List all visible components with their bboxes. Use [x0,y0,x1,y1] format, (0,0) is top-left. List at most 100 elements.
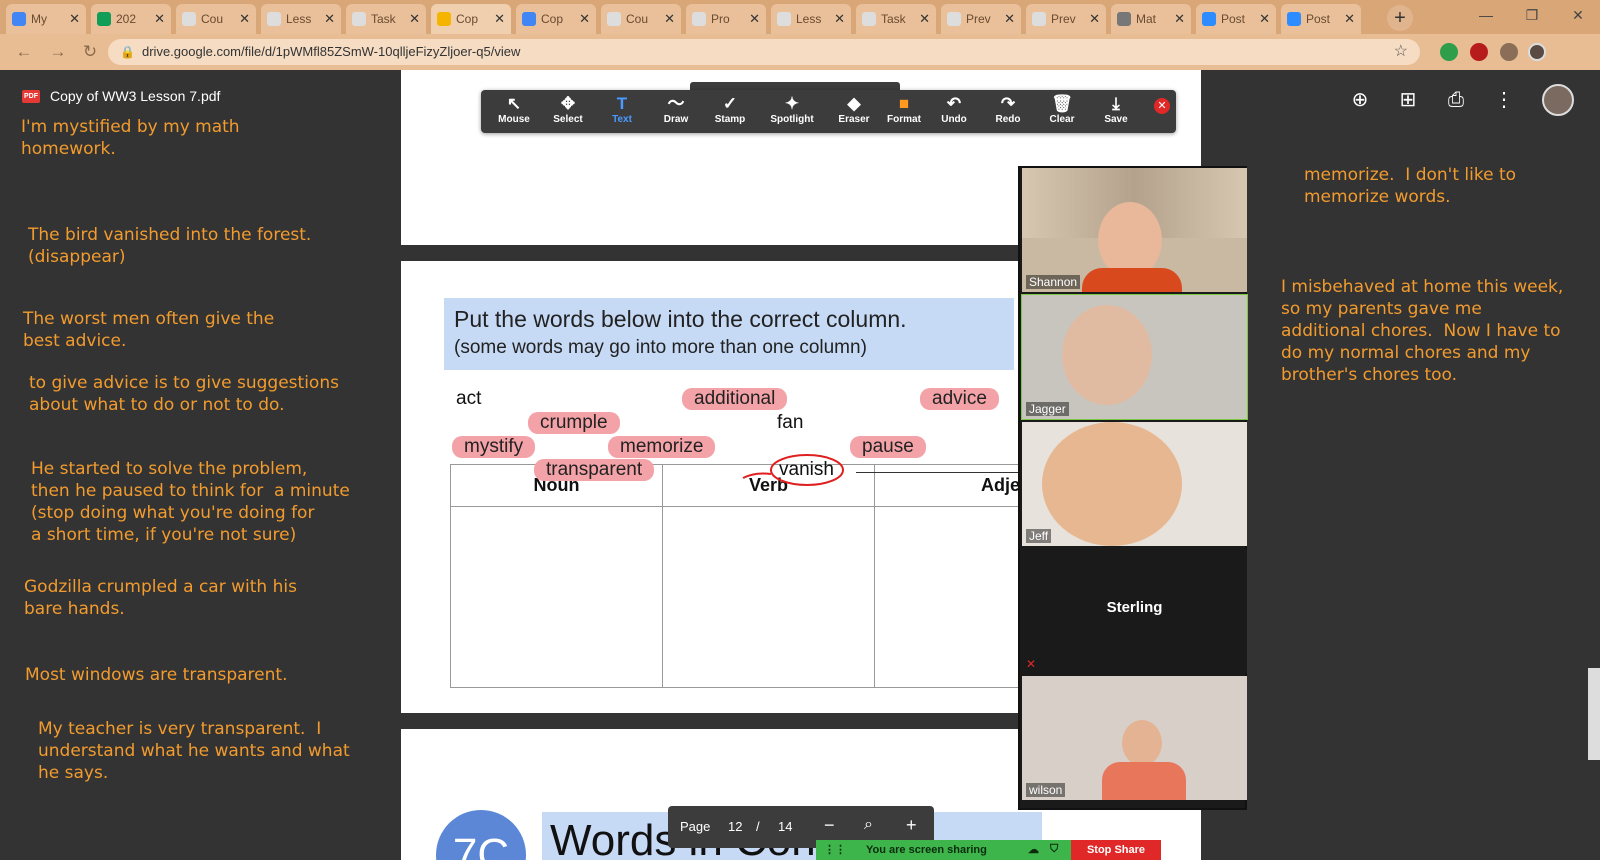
browser-tab[interactable]: Cou ✕ [601,4,681,34]
video-tile-jagger[interactable]: Jagger [1021,294,1248,420]
zoom-in-button[interactable]: + [906,815,917,836]
browser-tab[interactable]: Task ✕ [856,4,936,34]
annotation-tool-spotlight[interactable]: ✦ Spotlight [765,94,819,125]
add-comment-icon[interactable]: ⊞ [1396,88,1420,112]
tab-favicon-icon [12,12,26,26]
red-circle-annotation [742,454,844,486]
video-tile-jeff[interactable]: Jeff [1022,422,1247,546]
annotation-tool-mouse[interactable]: ↖ Mouse [487,94,541,125]
screen-share-bar: ⋮⋮ You are screen sharing ☁ ⛉ Stop Share [816,840,1161,860]
annotation-tool-select[interactable]: ✥ Select [541,94,595,125]
tab-label: Less [286,12,312,26]
stop-share-button[interactable]: Stop Share [1071,840,1161,860]
note-memorize: memorize. I don't like to memorize words… [1304,165,1517,207]
video-tile-shannon[interactable]: Shannon [1022,168,1247,292]
profile-avatar[interactable] [1528,43,1546,61]
note-advice: The worst men often give the best advice… [23,309,275,351]
annotation-tool-undo[interactable]: ↶ Undo [927,94,981,125]
annotation-tool-stamp[interactable]: ✓ Stamp [703,94,757,125]
browser-tab[interactable]: Post ✕ [1196,4,1276,34]
reload-button[interactable]: ↻ [80,42,100,62]
extension-icon[interactable] [1440,43,1458,61]
browser-tab[interactable]: Cou ✕ [176,4,256,34]
note-transparent-teacher: My teacher is very transparent. I unders… [38,719,350,783]
browser-tab[interactable]: Prev ✕ [941,4,1021,34]
toolbar-drag-handle[interactable] [690,82,900,90]
back-button[interactable]: ← [14,42,34,62]
browser-tab[interactable]: Post ✕ [1281,4,1361,34]
address-bar[interactable]: 🔒 drive.google.com/file/d/1pWMfl85ZSmW-1… [108,39,1420,65]
annotation-tool-clear[interactable]: 🗑 Clear [1035,94,1089,125]
print-icon[interactable]: ⎙ [1444,88,1468,112]
tab-close-icon[interactable]: ✕ [579,11,590,27]
annotation-tool-save[interactable]: ⤓ Save [1089,94,1143,125]
browser-tab[interactable]: Less ✕ [771,4,851,34]
browser-tab[interactable]: Less ✕ [261,4,341,34]
tab-close-icon[interactable]: ✕ [664,11,675,27]
tab-favicon-icon [267,12,281,26]
browser-tab[interactable]: Pro ✕ [686,4,766,34]
tab-close-icon[interactable]: ✕ [1004,11,1015,27]
close-window-button[interactable]: ✕ [1555,0,1600,30]
word-pause: pause [850,436,926,458]
word-transparent: transparent [534,459,655,481]
tab-close-icon[interactable]: ✕ [69,11,80,27]
close-annotation-toolbar-button[interactable]: ✕ [1154,98,1170,114]
restore-button[interactable]: ❐ [1509,0,1555,30]
tab-close-icon[interactable]: ✕ [1174,11,1185,27]
tab-label: Cop [456,12,479,26]
participant-face [1042,422,1182,546]
annotation-tool-redo[interactable]: ↷ Redo [981,94,1035,125]
browser-tab[interactable]: My ✕ [6,4,86,34]
browser-tab[interactable]: Prev ✕ [1026,4,1106,34]
tab-close-icon[interactable]: ✕ [919,11,930,27]
screen: My ✕ 202 ✕ Cou ✕ Less ✕ Task ✕ Cop ✕ Cop ✕ Cou ✕ Pro ✕ Les… [0,0,1600,860]
zoom-magnifier-icon[interactable]: ⌕ [864,816,873,834]
browser-tab[interactable]: Mat ✕ [1111,4,1191,34]
browser-tab[interactable]: Task ✕ [346,4,426,34]
browser-tab[interactable]: Cop ✕ [431,4,511,34]
tab-close-icon[interactable]: ✕ [834,11,845,27]
forward-button[interactable]: → [48,42,68,62]
tab-close-icon[interactable]: ✕ [749,11,760,27]
browser-tab[interactable]: Cop ✕ [516,4,596,34]
bookmark-star-icon[interactable]: ☆ [1394,39,1408,65]
add-to-drive-icon[interactable]: ⊕ [1348,88,1372,112]
tab-favicon-icon [97,12,111,26]
new-tab-button[interactable]: + [1387,5,1413,31]
note-crumpled: Godzilla crumpled a car with his bare ha… [24,577,297,619]
share-handle-icon[interactable]: ⋮⋮ [824,843,846,856]
minimize-button[interactable]: — [1463,0,1509,30]
tab-close-icon[interactable]: ✕ [1259,11,1270,27]
tab-close-icon[interactable]: ✕ [324,11,335,27]
drive-account-avatar[interactable] [1542,84,1574,116]
annotation-tool-draw[interactable]: 〜 Draw [649,94,703,125]
annotation-tool-format[interactable]: ■ Format [877,94,931,125]
tab-close-icon[interactable]: ✕ [494,11,505,27]
video-tile-wilson[interactable]: wilson [1022,676,1247,800]
browser-tab[interactable]: 202 ✕ [91,4,171,34]
ublock-extension-icon[interactable] [1470,43,1488,61]
tab-close-icon[interactable]: ✕ [409,11,420,27]
tab-close-icon[interactable]: ✕ [1089,11,1100,27]
noun-column-cell [451,507,663,687]
stamp-icon: ✓ [722,94,738,113]
page-current[interactable]: 12 [728,819,742,834]
viewer-scrollbar[interactable] [1588,668,1600,760]
video-tile-sterling[interactable]: Sterling ✕ [1022,549,1247,673]
more-options-icon[interactable]: ⋮ [1492,88,1516,112]
participant-face [1122,720,1162,766]
annotation-tool-text[interactable]: T Text [595,94,649,125]
instruction-main: Put the words below into the correct col… [454,306,907,332]
save-icon: ⤓ [1112,94,1120,113]
puzzle-extension-icon[interactable] [1500,43,1518,61]
tab-close-icon[interactable]: ✕ [239,11,250,27]
tab-close-icon[interactable]: ✕ [1344,11,1355,27]
tool-label: Spotlight [770,114,814,125]
tab-favicon-icon [1032,12,1046,26]
tab-close-icon[interactable]: ✕ [154,11,165,27]
annotation-tool-eraser[interactable]: ◆ Eraser [827,94,881,125]
zoom-out-button[interactable]: − [824,815,835,836]
select-icon: ✥ [560,94,576,113]
browser-tab-strip: My ✕ 202 ✕ Cou ✕ Less ✕ Task ✕ Cop ✕ Cop ✕ Cou ✕ Pro ✕ Les… [0,0,1600,34]
